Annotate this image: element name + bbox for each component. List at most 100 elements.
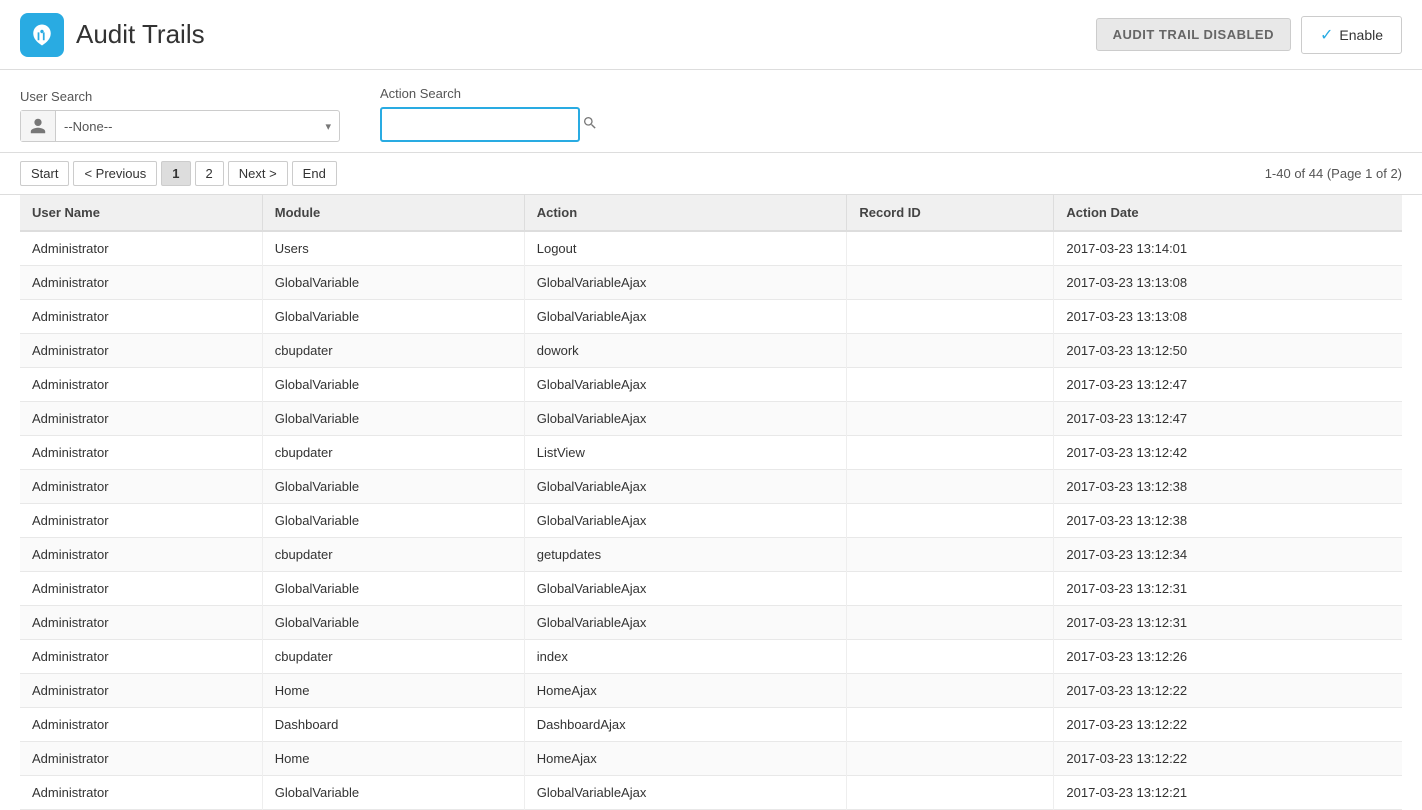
- cell-12-1: cbupdater: [262, 640, 524, 674]
- cell-16-3: [847, 776, 1054, 810]
- cell-15-2: HomeAjax: [524, 742, 847, 776]
- cell-4-1: GlobalVariable: [262, 368, 524, 402]
- cell-9-3: [847, 538, 1054, 572]
- enable-button[interactable]: ✓ Enable: [1301, 16, 1402, 54]
- cell-11-4: 2017-03-23 13:12:31: [1054, 606, 1402, 640]
- cell-7-0: Administrator: [20, 470, 262, 504]
- table-row: AdministratorGlobalVariableGlobalVariabl…: [20, 504, 1402, 538]
- user-search-dropdown-arrow[interactable]: ▾: [317, 114, 339, 139]
- header: Audit Trails AUDIT TRAIL DISABLED ✓ Enab…: [0, 0, 1422, 70]
- cell-9-4: 2017-03-23 13:12:34: [1054, 538, 1402, 572]
- cell-1-1: GlobalVariable: [262, 266, 524, 300]
- table-row: AdministratorGlobalVariableGlobalVariabl…: [20, 572, 1402, 606]
- header-right: AUDIT TRAIL DISABLED ✓ Enable: [1096, 16, 1402, 54]
- cell-1-0: Administrator: [20, 266, 262, 300]
- cell-5-3: [847, 402, 1054, 436]
- table-row: AdministratorHomeHomeAjax 2017-03-23 13:1…: [20, 742, 1402, 776]
- cell-7-1: GlobalVariable: [262, 470, 524, 504]
- cell-8-0: Administrator: [20, 504, 262, 538]
- cell-3-2: dowork: [524, 334, 847, 368]
- col-record-id: Record ID: [847, 195, 1054, 231]
- pagination-left: Start < Previous 1 2 Next > End: [20, 161, 337, 186]
- cell-0-2: Logout: [524, 231, 847, 266]
- user-search-value: --None--: [56, 113, 317, 140]
- pagination-info: 1-40 of 44 (Page 1 of 2): [1265, 166, 1402, 181]
- table-row: AdministratorGlobalVariableGlobalVariabl…: [20, 606, 1402, 640]
- cell-16-1: GlobalVariable: [262, 776, 524, 810]
- cell-9-0: Administrator: [20, 538, 262, 572]
- start-button[interactable]: Start: [20, 161, 69, 186]
- cell-7-4: 2017-03-23 13:12:38: [1054, 470, 1402, 504]
- table-row: Administratorcbupdaterindex2017-03-23 13…: [20, 640, 1402, 674]
- search-area: User Search --None-- ▾ Action Search: [0, 70, 1422, 153]
- cell-0-3: [847, 231, 1054, 266]
- cell-13-3: [847, 674, 1054, 708]
- cell-2-1: GlobalVariable: [262, 300, 524, 334]
- cell-15-0: Administrator: [20, 742, 262, 776]
- table-header: User Name Module Action Record ID Action…: [20, 195, 1402, 231]
- table-row: AdministratorGlobalVariableGlobalVariabl…: [20, 776, 1402, 810]
- cell-4-4: 2017-03-23 13:12:47: [1054, 368, 1402, 402]
- cell-14-0: Administrator: [20, 708, 262, 742]
- cell-0-4: 2017-03-23 13:14:01: [1054, 231, 1402, 266]
- cell-15-4: 2017-03-23 13:12:22: [1054, 742, 1402, 776]
- cell-8-3: [847, 504, 1054, 538]
- cell-15-3: [847, 742, 1054, 776]
- audit-trail-table: User Name Module Action Record ID Action…: [20, 195, 1402, 810]
- checkmark-icon: ✓: [1320, 25, 1333, 45]
- cell-10-0: Administrator: [20, 572, 262, 606]
- page-title: Audit Trails: [76, 19, 205, 50]
- cell-2-0: Administrator: [20, 300, 262, 334]
- cell-5-4: 2017-03-23 13:12:47: [1054, 402, 1402, 436]
- end-button[interactable]: End: [292, 161, 337, 186]
- cell-14-4: 2017-03-23 13:12:22: [1054, 708, 1402, 742]
- page-2-button[interactable]: 2: [195, 161, 224, 186]
- cell-12-3: [847, 640, 1054, 674]
- table-body: AdministratorUsersLogout2017-03-23 13:14…: [20, 231, 1402, 810]
- col-username: User Name: [20, 195, 262, 231]
- table-row: AdministratorGlobalVariableGlobalVariabl…: [20, 402, 1402, 436]
- cell-0-0: Administrator: [20, 231, 262, 266]
- table-row: AdministratorGlobalVariableGlobalVariabl…: [20, 266, 1402, 300]
- cell-3-4: 2017-03-23 13:12:50: [1054, 334, 1402, 368]
- cell-0-1: Users: [262, 231, 524, 266]
- cell-12-4: 2017-03-23 13:12:26: [1054, 640, 1402, 674]
- audit-trail-status-badge: AUDIT TRAIL DISABLED: [1096, 18, 1291, 51]
- cell-15-1: Home: [262, 742, 524, 776]
- cell-1-3: [847, 266, 1054, 300]
- action-search-icon[interactable]: [574, 109, 606, 140]
- cell-11-0: Administrator: [20, 606, 262, 640]
- table-row: AdministratorGlobalVariableGlobalVariabl…: [20, 368, 1402, 402]
- cell-4-3: [847, 368, 1054, 402]
- user-search-group: User Search --None-- ▾: [20, 89, 340, 142]
- cell-3-3: [847, 334, 1054, 368]
- cell-12-0: Administrator: [20, 640, 262, 674]
- cell-11-2: GlobalVariableAjax: [524, 606, 847, 640]
- col-action: Action: [524, 195, 847, 231]
- next-button[interactable]: Next >: [228, 161, 288, 186]
- cell-10-1: GlobalVariable: [262, 572, 524, 606]
- cell-8-4: 2017-03-23 13:12:38: [1054, 504, 1402, 538]
- cell-1-4: 2017-03-23 13:13:08: [1054, 266, 1402, 300]
- pagination-area: Start < Previous 1 2 Next > End 1-40 of …: [0, 153, 1422, 195]
- action-search-wrapper: [380, 107, 580, 142]
- cell-8-1: GlobalVariable: [262, 504, 524, 538]
- previous-button[interactable]: < Previous: [73, 161, 157, 186]
- action-search-label: Action Search: [380, 86, 580, 101]
- table-row: Administratorcbupdaterdowork2017-03-23 1…: [20, 334, 1402, 368]
- table-row: AdministratorHomeHomeAjax 2017-03-23 13:1…: [20, 674, 1402, 708]
- header-left: Audit Trails: [20, 13, 205, 57]
- page-1-button[interactable]: 1: [161, 161, 190, 186]
- cell-7-2: GlobalVariableAjax: [524, 470, 847, 504]
- cell-13-1: Home: [262, 674, 524, 708]
- cell-14-2: DashboardAjax: [524, 708, 847, 742]
- table-row: AdministratorDashboardDashboardAjax2017-…: [20, 708, 1402, 742]
- cell-13-4: 2017-03-23 13:12:22: [1054, 674, 1402, 708]
- cell-5-1: GlobalVariable: [262, 402, 524, 436]
- cell-13-2: HomeAjax: [524, 674, 847, 708]
- action-search-input[interactable]: [382, 111, 574, 138]
- cell-13-0: Administrator: [20, 674, 262, 708]
- cell-6-1: cbupdater: [262, 436, 524, 470]
- enable-button-label: Enable: [1339, 27, 1383, 43]
- app-icon: [20, 13, 64, 57]
